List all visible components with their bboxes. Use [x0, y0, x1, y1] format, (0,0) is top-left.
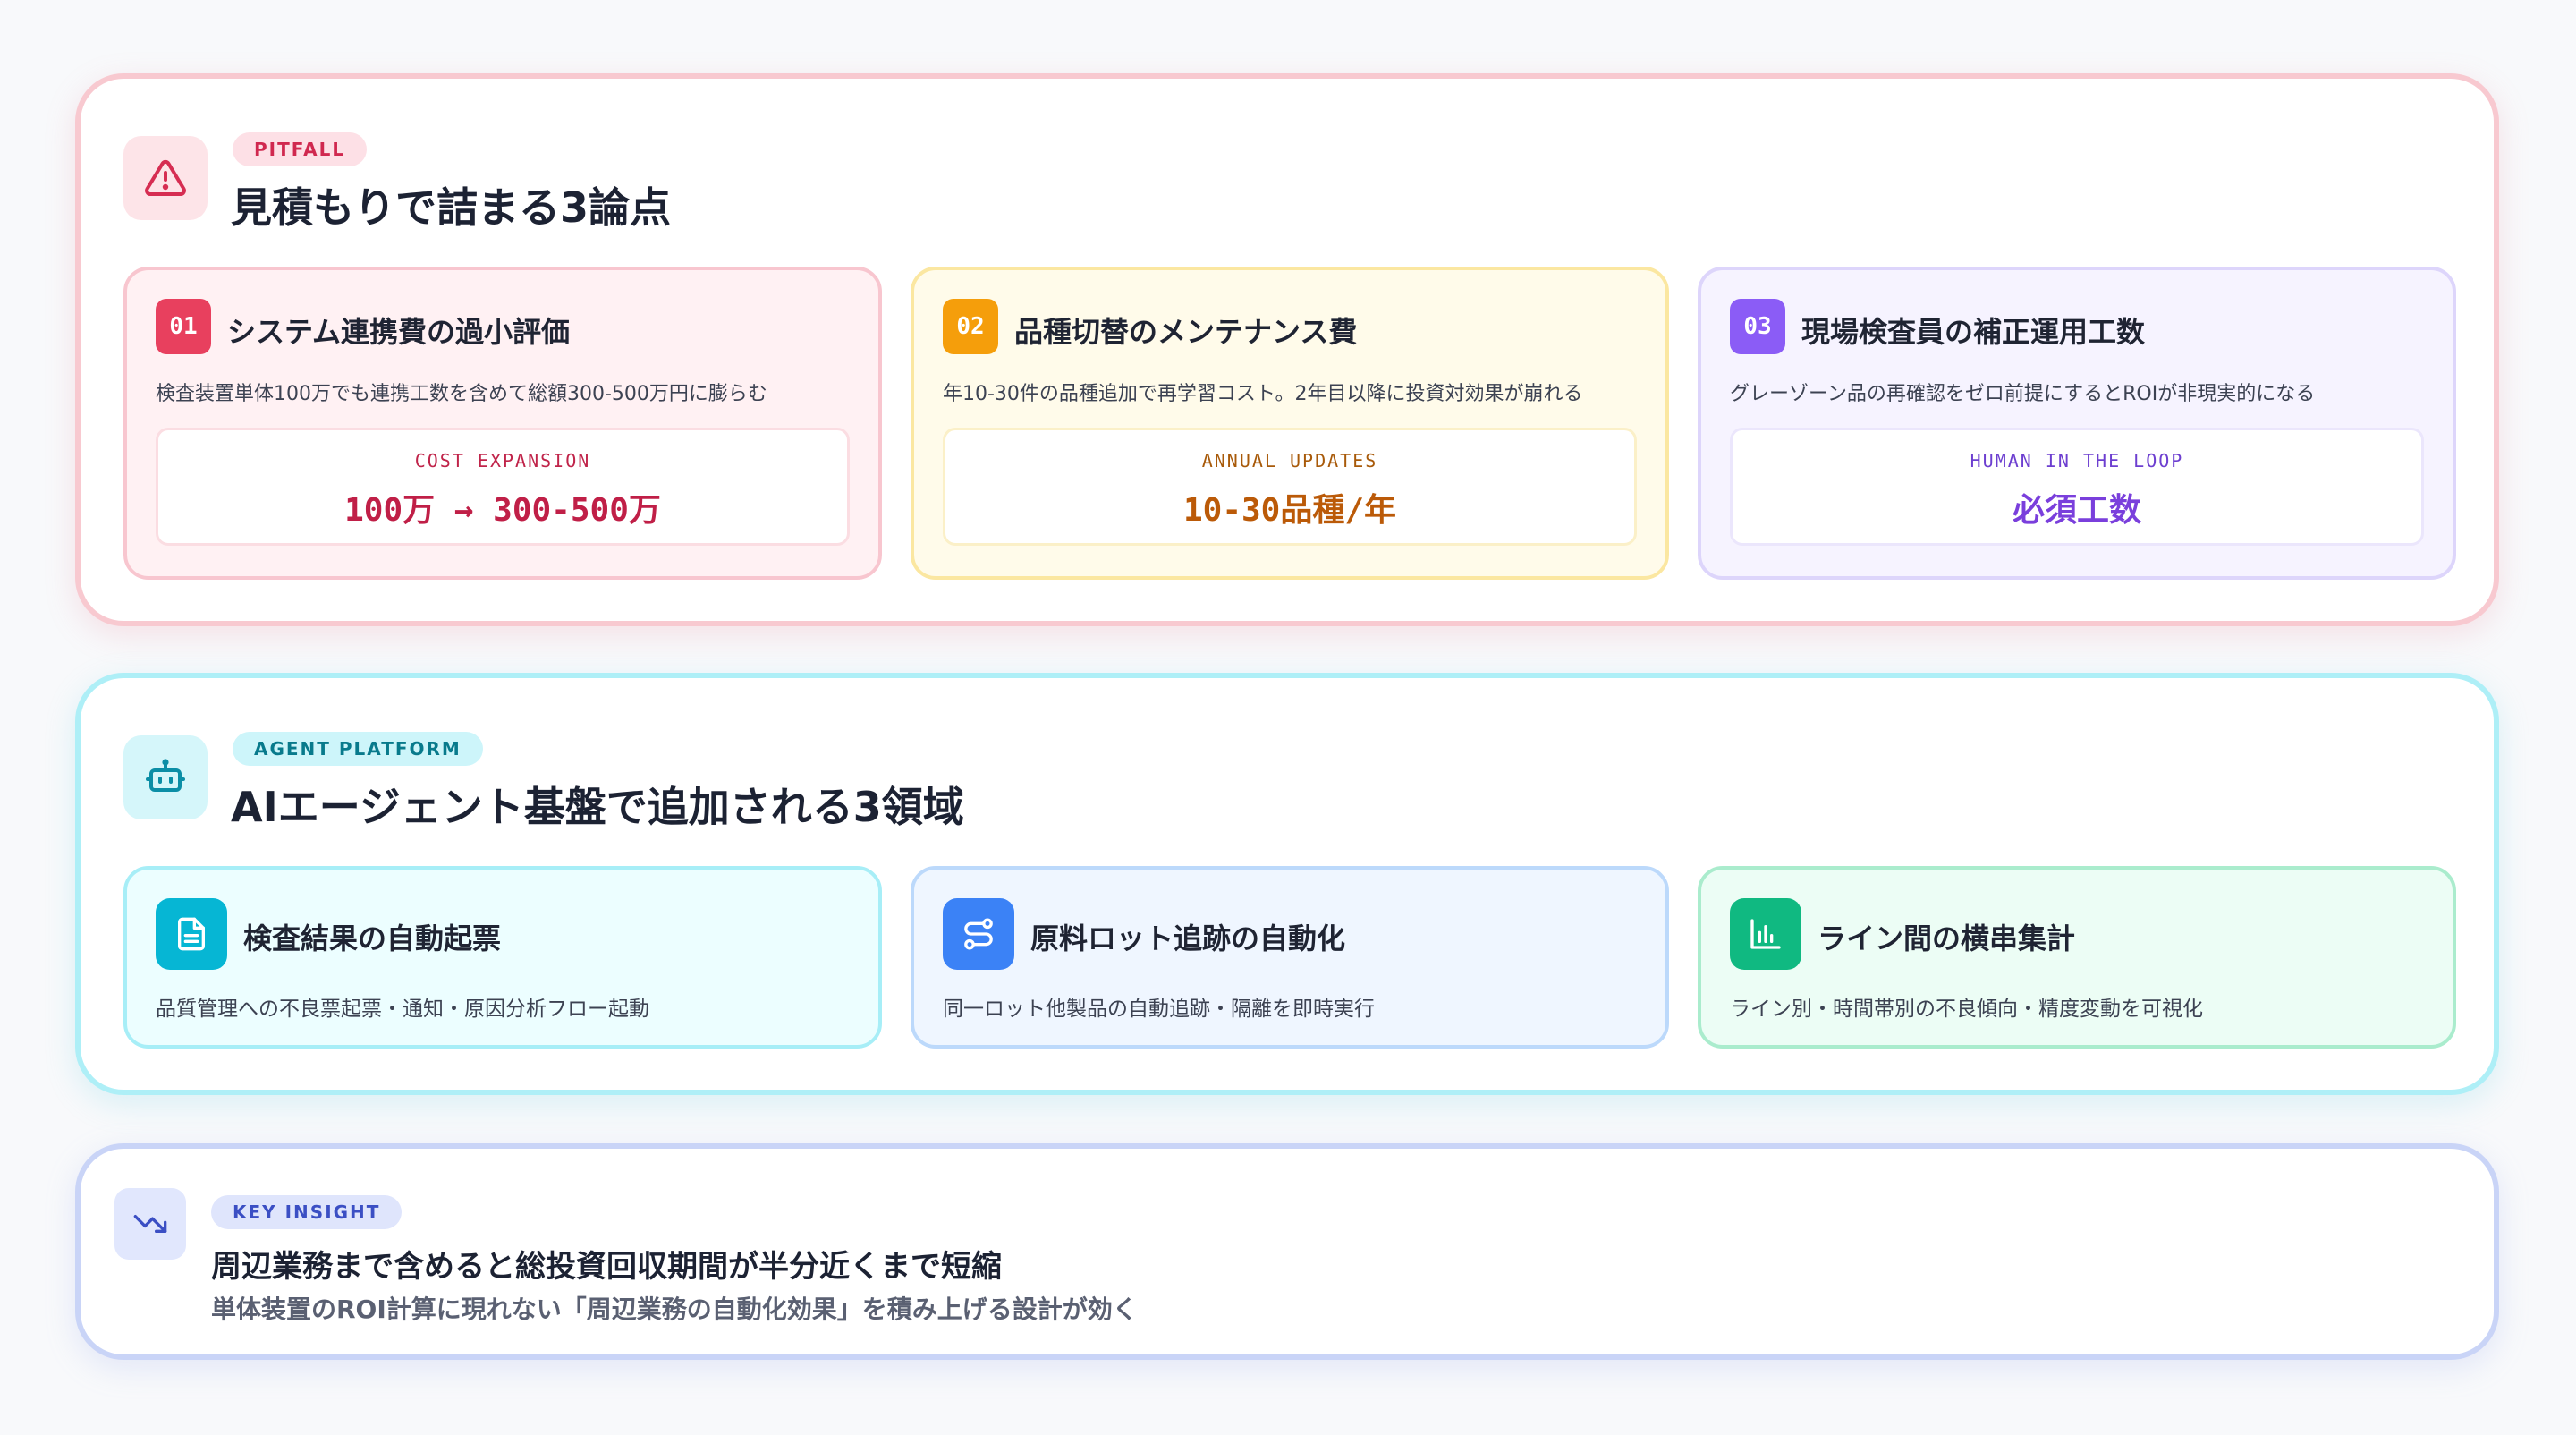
- stat-label: HUMAN IN THE LOOP: [1970, 450, 2184, 471]
- stat-label: COST EXPANSION: [414, 450, 591, 471]
- stat-box: ANNUAL UPDATES 10-30品種/年: [943, 428, 1637, 546]
- card-title: 品種切替のメンテナンス費: [1014, 315, 1358, 349]
- pitfall-card-1: 01 システム連携費の過小評価 検査装置単体100万でも連携工数を含めて総額30…: [123, 267, 882, 580]
- pitfall-card-3: 03 現場検査員の補正運用工数 グレーゾーン品の再確認をゼロ前提にするとROIが…: [1698, 267, 2456, 580]
- insight-title: 周辺業務まで含めると総投資回収期間が半分近くまで短縮: [211, 1249, 1002, 1285]
- stat-value: 100万 → 300-500万: [344, 492, 661, 529]
- pitfall-card-2: 02 品種切替のメンテナンス費 年10-30件の品種追加で再学習コスト。2年目以…: [911, 267, 1669, 580]
- feature-title: ライン間の横串集計: [1818, 921, 2076, 955]
- feature-title: 原料ロット追跡の自動化: [1030, 921, 1346, 955]
- bar-chart-icon: [1730, 898, 1801, 970]
- card-number: 02: [943, 299, 998, 354]
- stat-box: COST EXPANSION 100万 → 300-500万: [156, 428, 850, 546]
- route-icon: [943, 898, 1014, 970]
- card-description: 検査装置単体100万でも連携工数を含めて総額300-500万円に膨らむ: [156, 383, 767, 405]
- feature-description: ライン別・時間帯別の不良傾向・精度変動を可視化: [1730, 998, 2203, 1021]
- card-number: 03: [1730, 299, 1785, 354]
- card-number: 01: [156, 299, 211, 354]
- pitfall-panel: PITFALL 見積もりで詰まる3論点 01 システム連携費の過小評価 検査装置…: [75, 73, 2499, 626]
- stat-box: HUMAN IN THE LOOP 必須工数: [1730, 428, 2424, 546]
- feature-card-3: ライン間の横串集計 ライン別・時間帯別の不良傾向・精度変動を可視化: [1698, 866, 2456, 1049]
- card-title: 現場検査員の補正運用工数: [1801, 315, 2146, 349]
- feature-description: 品質管理への不良票起票・通知・原因分析フロー起動: [156, 998, 649, 1021]
- pitfall-badge: PITFALL: [233, 132, 368, 166]
- card-title: システム連携費の過小評価: [227, 315, 571, 349]
- stat-value: 必須工数: [2012, 492, 2141, 529]
- insight-description: 単体装置のROI計算に現れない「周辺業務の自動化効果」を積み上げる設計が効く: [211, 1295, 1138, 1324]
- feature-card-2: 原料ロット追跡の自動化 同一ロット他製品の自動追跡・隔離を即時実行: [911, 866, 1669, 1049]
- agent-badge: AGENT PLATFORM: [233, 732, 483, 766]
- warning-icon: [123, 136, 208, 220]
- feature-title: 検査結果の自動起票: [243, 921, 502, 955]
- insight-badge: KEY INSIGHT: [211, 1195, 402, 1229]
- document-icon: [156, 898, 227, 970]
- stat-label: ANNUAL UPDATES: [1201, 450, 1378, 471]
- agent-platform-panel: AGENT PLATFORM AIエージェント基盤で追加される3領域 検査結果の…: [75, 673, 2499, 1095]
- feature-description: 同一ロット他製品の自動追跡・隔離を即時実行: [943, 998, 1375, 1021]
- trending-down-icon: [114, 1188, 186, 1260]
- pitfall-title: 見積もりで詰まる3論点: [231, 183, 672, 232]
- key-insight-panel: KEY INSIGHT 周辺業務まで含めると総投資回収期間が半分近くまで短縮 単…: [75, 1143, 2499, 1360]
- card-description: 年10-30件の品種追加で再学習コスト。2年目以降に投資対効果が崩れる: [943, 383, 1583, 405]
- agent-title: AIエージェント基盤で追加される3領域: [231, 783, 964, 831]
- card-description: グレーゾーン品の再確認をゼロ前提にするとROIが非現実的になる: [1730, 383, 2316, 405]
- feature-card-1: 検査結果の自動起票 品質管理への不良票起票・通知・原因分析フロー起動: [123, 866, 882, 1049]
- stat-value: 10-30品種/年: [1182, 492, 1397, 529]
- robot-icon: [123, 735, 208, 819]
